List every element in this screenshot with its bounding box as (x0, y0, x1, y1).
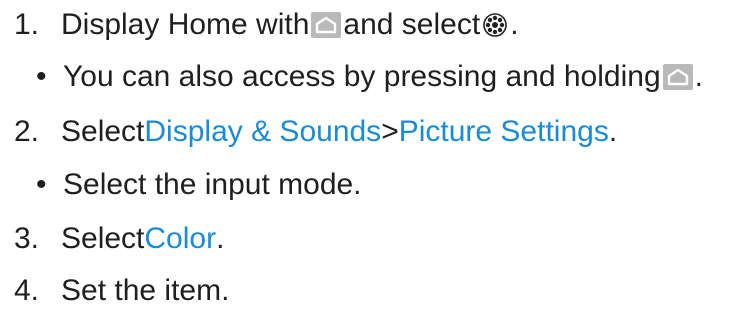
home-icon (311, 12, 342, 38)
step-number: 4. (14, 274, 40, 307)
step-text: Select (61, 222, 145, 255)
step-2-note: • Select the input mode. (0, 165, 362, 205)
step-text: Select (61, 115, 145, 148)
step-text: and select (343, 8, 481, 41)
breadcrumb-separator: > (381, 115, 399, 148)
bullet-marker: • (36, 168, 47, 201)
step-end: . (510, 8, 519, 41)
step-1-note: • You can also access by pressing and ho… (0, 57, 703, 97)
instruction-list: 1. Display Home with and select . • You … (0, 0, 750, 322)
link-display-sounds[interactable]: Display & Sounds (144, 115, 381, 149)
gear-icon (482, 12, 508, 38)
step-text: Set the item. (61, 274, 230, 307)
step-4: 4. Set the item. (0, 271, 229, 311)
step-end: . (608, 115, 618, 148)
link-picture-settings[interactable]: Picture Settings (399, 115, 609, 149)
note-text: You can also access by pressing and hold… (63, 60, 661, 93)
step-number: 3. (14, 222, 40, 255)
note-text: Select the input mode. (63, 168, 362, 201)
bullet-marker: • (36, 60, 47, 93)
step-2: 2. Select Display & Sounds > Picture Set… (0, 112, 617, 152)
step-3: 3. Select Color . (0, 219, 224, 259)
step-number: 1. (14, 8, 40, 41)
step-end: . (216, 222, 225, 255)
link-color[interactable]: Color (144, 222, 216, 256)
step-text: Display Home with (61, 8, 310, 41)
step-number: 2. (14, 115, 40, 148)
home-icon (662, 64, 693, 90)
note-end: . (694, 60, 703, 93)
step-1: 1. Display Home with and select . (0, 5, 519, 45)
